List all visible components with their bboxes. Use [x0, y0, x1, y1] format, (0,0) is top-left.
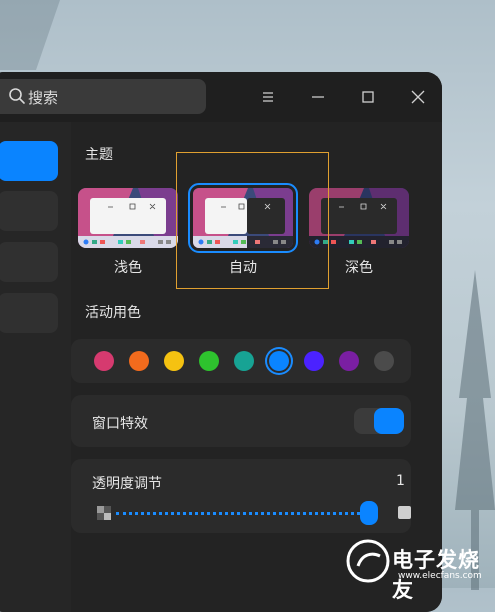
transparency-value: 1	[396, 473, 405, 489]
transparency-high-icon	[398, 506, 411, 519]
transparency-slider-thumb[interactable]	[359, 501, 378, 525]
transparency-row: 透明度调节 1	[71, 459, 411, 533]
sidebar-item[interactable]	[0, 293, 58, 333]
accent-color-swatch[interactable]	[339, 351, 359, 371]
sidebar-item[interactable]	[0, 191, 58, 231]
accent-color-swatch[interactable]	[199, 351, 219, 371]
search-input[interactable]: 搜索	[0, 79, 206, 114]
accent-color-panel	[71, 339, 411, 383]
accent-color-swatch[interactable]	[129, 351, 149, 371]
theme-light-label: 浅色	[114, 260, 142, 276]
close-button[interactable]	[406, 85, 430, 109]
theme-light-preview	[78, 188, 178, 248]
menu-button[interactable]	[256, 85, 280, 109]
window-effects-toggle[interactable]	[354, 408, 404, 434]
toggle-knob	[374, 408, 404, 434]
sidebar-item-personalization[interactable]	[0, 141, 58, 181]
accent-color-swatch[interactable]	[269, 351, 289, 371]
window-effects-label: 窗口特效	[92, 416, 148, 432]
window-effects-row: 窗口特效	[71, 395, 411, 447]
minimize-icon	[312, 96, 324, 98]
accent-color-swatch[interactable]	[234, 351, 254, 371]
search-icon	[9, 88, 25, 104]
accent-color-title: 活动用色	[85, 305, 141, 321]
menu-icon	[263, 92, 273, 102]
transparency-label: 透明度调节	[92, 476, 162, 492]
accent-color-swatch[interactable]	[374, 351, 394, 371]
sidebar	[0, 122, 71, 612]
theme-light-option[interactable]	[78, 188, 178, 248]
minimize-button[interactable]	[306, 85, 330, 109]
title-bar: 搜索	[0, 72, 442, 122]
search-placeholder: 搜索	[28, 89, 59, 107]
sidebar-item[interactable]	[0, 242, 58, 282]
transparency-low-icon	[97, 506, 111, 520]
accent-color-swatch[interactable]	[304, 351, 324, 371]
accent-color-swatch[interactable]	[94, 351, 114, 371]
close-icon	[411, 90, 425, 104]
maximize-button[interactable]	[356, 85, 380, 109]
maximize-icon	[362, 91, 374, 103]
theme-section-title: 主题	[85, 147, 113, 163]
background-tree	[0, 0, 60, 70]
transparency-slider-track[interactable]	[116, 512, 378, 515]
watermark-url: www.elecfans.com	[398, 571, 482, 581]
highlight-frame	[176, 152, 329, 289]
accent-color-swatch[interactable]	[164, 351, 184, 371]
